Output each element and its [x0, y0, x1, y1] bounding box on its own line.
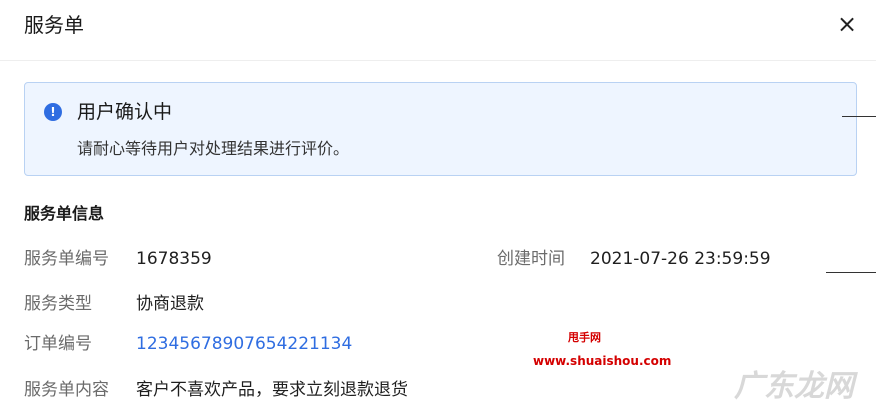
status-notice: ! 用户确认中 请耐心等待用户对处理结果进行评价。 — [24, 82, 857, 176]
service-id-label: 服务单编号 — [24, 249, 109, 269]
service-id-value: 1678359 — [136, 249, 212, 269]
notice-title: 用户确认中 — [77, 101, 173, 123]
service-content-label: 服务单内容 — [24, 380, 109, 400]
watermark-brand: 广东龙网 — [734, 369, 854, 404]
divider-line — [842, 116, 876, 117]
service-content-value: 客户不喜欢产品，要求立刻退款退货 — [136, 380, 408, 400]
dialog-header: 服务单 × — [0, 0, 876, 61]
created-time-value: 2021-07-26 23:59:59 — [590, 249, 771, 269]
close-icon[interactable]: × — [834, 10, 860, 38]
info-icon: ! — [44, 103, 62, 121]
dialog-title: 服务单 — [24, 13, 84, 37]
section-title: 服务单信息 — [24, 204, 105, 223]
watermark-label: 甩手网 — [568, 331, 601, 344]
service-type-value: 协商退款 — [136, 294, 204, 314]
order-id-link[interactable]: 12345678907654221134 — [136, 331, 352, 357]
notice-message: 请耐心等待用户对处理结果进行评价。 — [77, 139, 350, 158]
created-time-label: 创建时间 — [497, 249, 565, 269]
order-id-label: 订单编号 — [24, 334, 92, 354]
divider-line — [826, 272, 876, 273]
watermark-url: www.shuaishou.com — [533, 354, 672, 368]
service-type-label: 服务类型 — [24, 294, 92, 314]
